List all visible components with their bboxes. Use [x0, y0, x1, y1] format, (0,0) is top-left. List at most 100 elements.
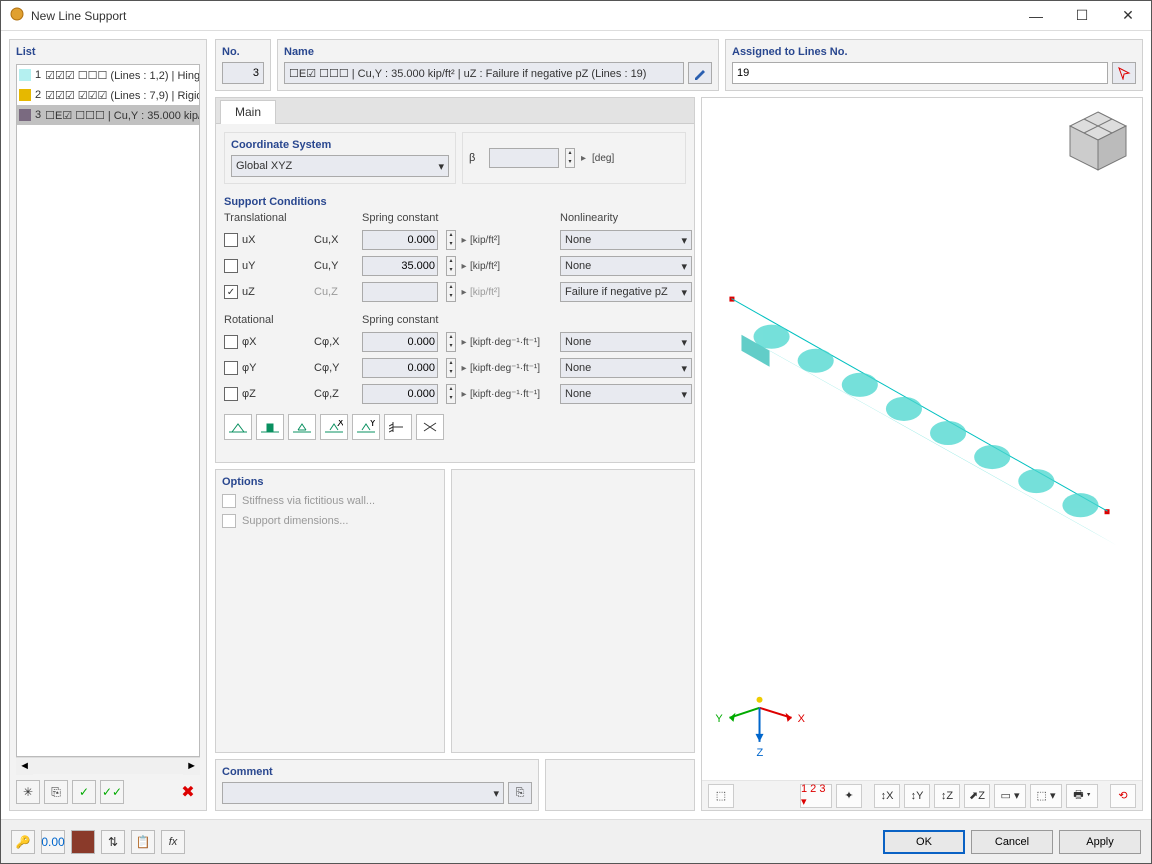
axis-view-button[interactable]: ✦: [836, 784, 862, 808]
isolate-button[interactable]: ⬚: [708, 784, 734, 808]
col-rotational: Rotational: [224, 314, 314, 326]
tab-strip: Main: [216, 98, 694, 124]
view-x-button[interactable]: ↕X: [874, 784, 900, 808]
check-button[interactable]: ✓: [72, 780, 96, 804]
copy-item-button[interactable]: ⎘: [44, 780, 68, 804]
beta-unit: [deg]: [592, 153, 614, 164]
phix-nonlinearity-select[interactable]: None▾: [560, 332, 692, 352]
preset-sliding-y-button[interactable]: Y: [352, 414, 380, 440]
ux-nonlinearity-select[interactable]: None▾: [560, 230, 692, 250]
view-perspective-button[interactable]: ▭ ▾: [994, 784, 1026, 808]
phix-spinner[interactable]: ▴▾: [446, 332, 456, 352]
preset-free-button[interactable]: [416, 414, 444, 440]
uy-nonlinearity-select[interactable]: None▾: [560, 256, 692, 276]
chevron-down-icon: ▾: [681, 234, 687, 247]
script-button[interactable]: 📋: [131, 830, 155, 854]
uy-spring-input[interactable]: [362, 256, 438, 276]
lib-button[interactable]: ⇅: [101, 830, 125, 854]
color-button[interactable]: [71, 830, 95, 854]
preset-sliding-button[interactable]: [288, 414, 316, 440]
cancel-button[interactable]: Cancel: [971, 830, 1053, 854]
fx-button[interactable]: fx: [161, 830, 185, 854]
ux-checkbox[interactable]: [224, 233, 238, 247]
arrow-icon[interactable]: ▸: [458, 389, 470, 400]
view-z-button[interactable]: ↕Z: [934, 784, 960, 808]
number-input[interactable]: [222, 62, 264, 84]
horizontal-scrollbar[interactable]: ◄ ►: [16, 757, 200, 774]
check-all-button[interactable]: ✓✓: [100, 780, 124, 804]
beta-label: β: [469, 152, 483, 164]
arrow-icon[interactable]: ▸: [458, 261, 470, 272]
phix-spring-input[interactable]: [362, 332, 438, 352]
close-button[interactable]: ✕: [1105, 1, 1151, 30]
chevron-down-icon: ▾: [681, 388, 687, 401]
dialog-window: New Line Support — ☐ ✕ List 1 ☑☑☑ ☐☐☐ (L…: [0, 0, 1152, 864]
preset-wall-button[interactable]: [384, 414, 412, 440]
preset-rigid-button[interactable]: [256, 414, 284, 440]
chevron-down-icon: ▾: [681, 286, 687, 299]
uy-spinner[interactable]: ▴▾: [446, 256, 456, 276]
phiy-spring-input[interactable]: [362, 358, 438, 378]
dialog-footer: 🔑 0.00 ⇅ 📋 fx OK Cancel Apply: [1, 819, 1151, 863]
phiz-spinner[interactable]: ▴▾: [446, 384, 456, 404]
ux-spring-input[interactable]: [362, 230, 438, 250]
list-item[interactable]: 2 ☑☑☑ ☑☑☑ (Lines : 7,9) | Rigid: [17, 85, 199, 105]
svg-text:Z: Z: [757, 747, 764, 759]
assigned-panel: Assigned to Lines No.: [725, 39, 1143, 91]
help-button[interactable]: 🔑: [11, 830, 35, 854]
ok-button[interactable]: OK: [883, 830, 965, 854]
view-wireframe-button[interactable]: ⬚ ▾: [1030, 784, 1062, 808]
tab-main[interactable]: Main: [220, 100, 276, 124]
view-iso-button[interactable]: ⬈Z: [964, 784, 990, 808]
3d-model: X Y Z: [702, 98, 1142, 780]
dimensions-option: Support dimensions...: [222, 514, 438, 528]
options-header: Options: [222, 476, 438, 488]
comment-edit-button[interactable]: ⎘: [508, 782, 532, 804]
phiy-checkbox[interactable]: [224, 361, 238, 375]
units-button[interactable]: 0.00: [41, 830, 65, 854]
comment-select[interactable]: ▾: [222, 782, 504, 804]
edit-name-button[interactable]: [688, 62, 712, 84]
col-spring2: Spring constant: [362, 314, 470, 326]
assigned-input[interactable]: [732, 62, 1108, 84]
new-item-button[interactable]: ✳: [16, 780, 40, 804]
titlebar: New Line Support — ☐ ✕: [1, 1, 1151, 31]
view-y-button[interactable]: ↕Y: [904, 784, 930, 808]
ux-spinner[interactable]: ▴▾: [446, 230, 456, 250]
list-box[interactable]: 1 ☑☑☑ ☐☐☐ (Lines : 1,2) | Hinged 2 ☑☑☑ ☑…: [16, 64, 200, 757]
pencil-icon: [693, 66, 707, 80]
list-item-selected[interactable]: 3 ☐E☑ ☐☐☐ | Cu,Y : 35.000 kip/ft² | uZ :…: [17, 105, 199, 125]
phiz-spring-input[interactable]: [362, 384, 438, 404]
preset-sliding-x-button[interactable]: X: [320, 414, 348, 440]
phiy-nonlinearity-select[interactable]: None▾: [560, 358, 692, 378]
uy-checkbox[interactable]: [224, 259, 238, 273]
arrow-icon[interactable]: ▸: [458, 235, 470, 246]
print-button[interactable]: 🖶 ▾: [1066, 784, 1098, 808]
coord-system-select[interactable]: Global XYZ▾: [231, 155, 449, 177]
uz-checkbox[interactable]: [224, 285, 238, 299]
arrow-icon[interactable]: ▸: [458, 363, 470, 374]
scroll-left-icon[interactable]: ◄: [16, 758, 33, 775]
preset-hinged-button[interactable]: [224, 414, 252, 440]
minimize-button[interactable]: —: [1013, 1, 1059, 30]
phix-checkbox[interactable]: [224, 335, 238, 349]
chevron-down-icon: ▾: [681, 260, 687, 273]
comment-header: Comment: [222, 766, 532, 778]
scroll-right-icon[interactable]: ►: [183, 758, 200, 775]
maximize-button[interactable]: ☐: [1059, 1, 1105, 30]
pick-lines-button[interactable]: [1112, 62, 1136, 84]
phiz-checkbox[interactable]: [224, 387, 238, 401]
list-item[interactable]: 1 ☑☑☑ ☐☐☐ (Lines : 1,2) | Hinged: [17, 65, 199, 85]
arrow-icon[interactable]: ▸: [458, 337, 470, 348]
refresh-view-button[interactable]: ⟲: [1110, 784, 1136, 808]
col-spring: Spring constant: [362, 212, 470, 224]
apply-button[interactable]: Apply: [1059, 830, 1141, 854]
phiz-nonlinearity-select[interactable]: None▾: [560, 384, 692, 404]
delete-button[interactable]: ✖: [176, 780, 200, 804]
options-blank-panel: [451, 469, 695, 753]
uz-nonlinearity-select[interactable]: Failure if negative pZ▾: [560, 282, 692, 302]
3d-view[interactable]: X Y Z: [702, 98, 1142, 780]
number-view-button[interactable]: 1 2 3 ▾: [800, 784, 832, 808]
app-icon: [9, 6, 25, 25]
phiy-spinner[interactable]: ▴▾: [446, 358, 456, 378]
